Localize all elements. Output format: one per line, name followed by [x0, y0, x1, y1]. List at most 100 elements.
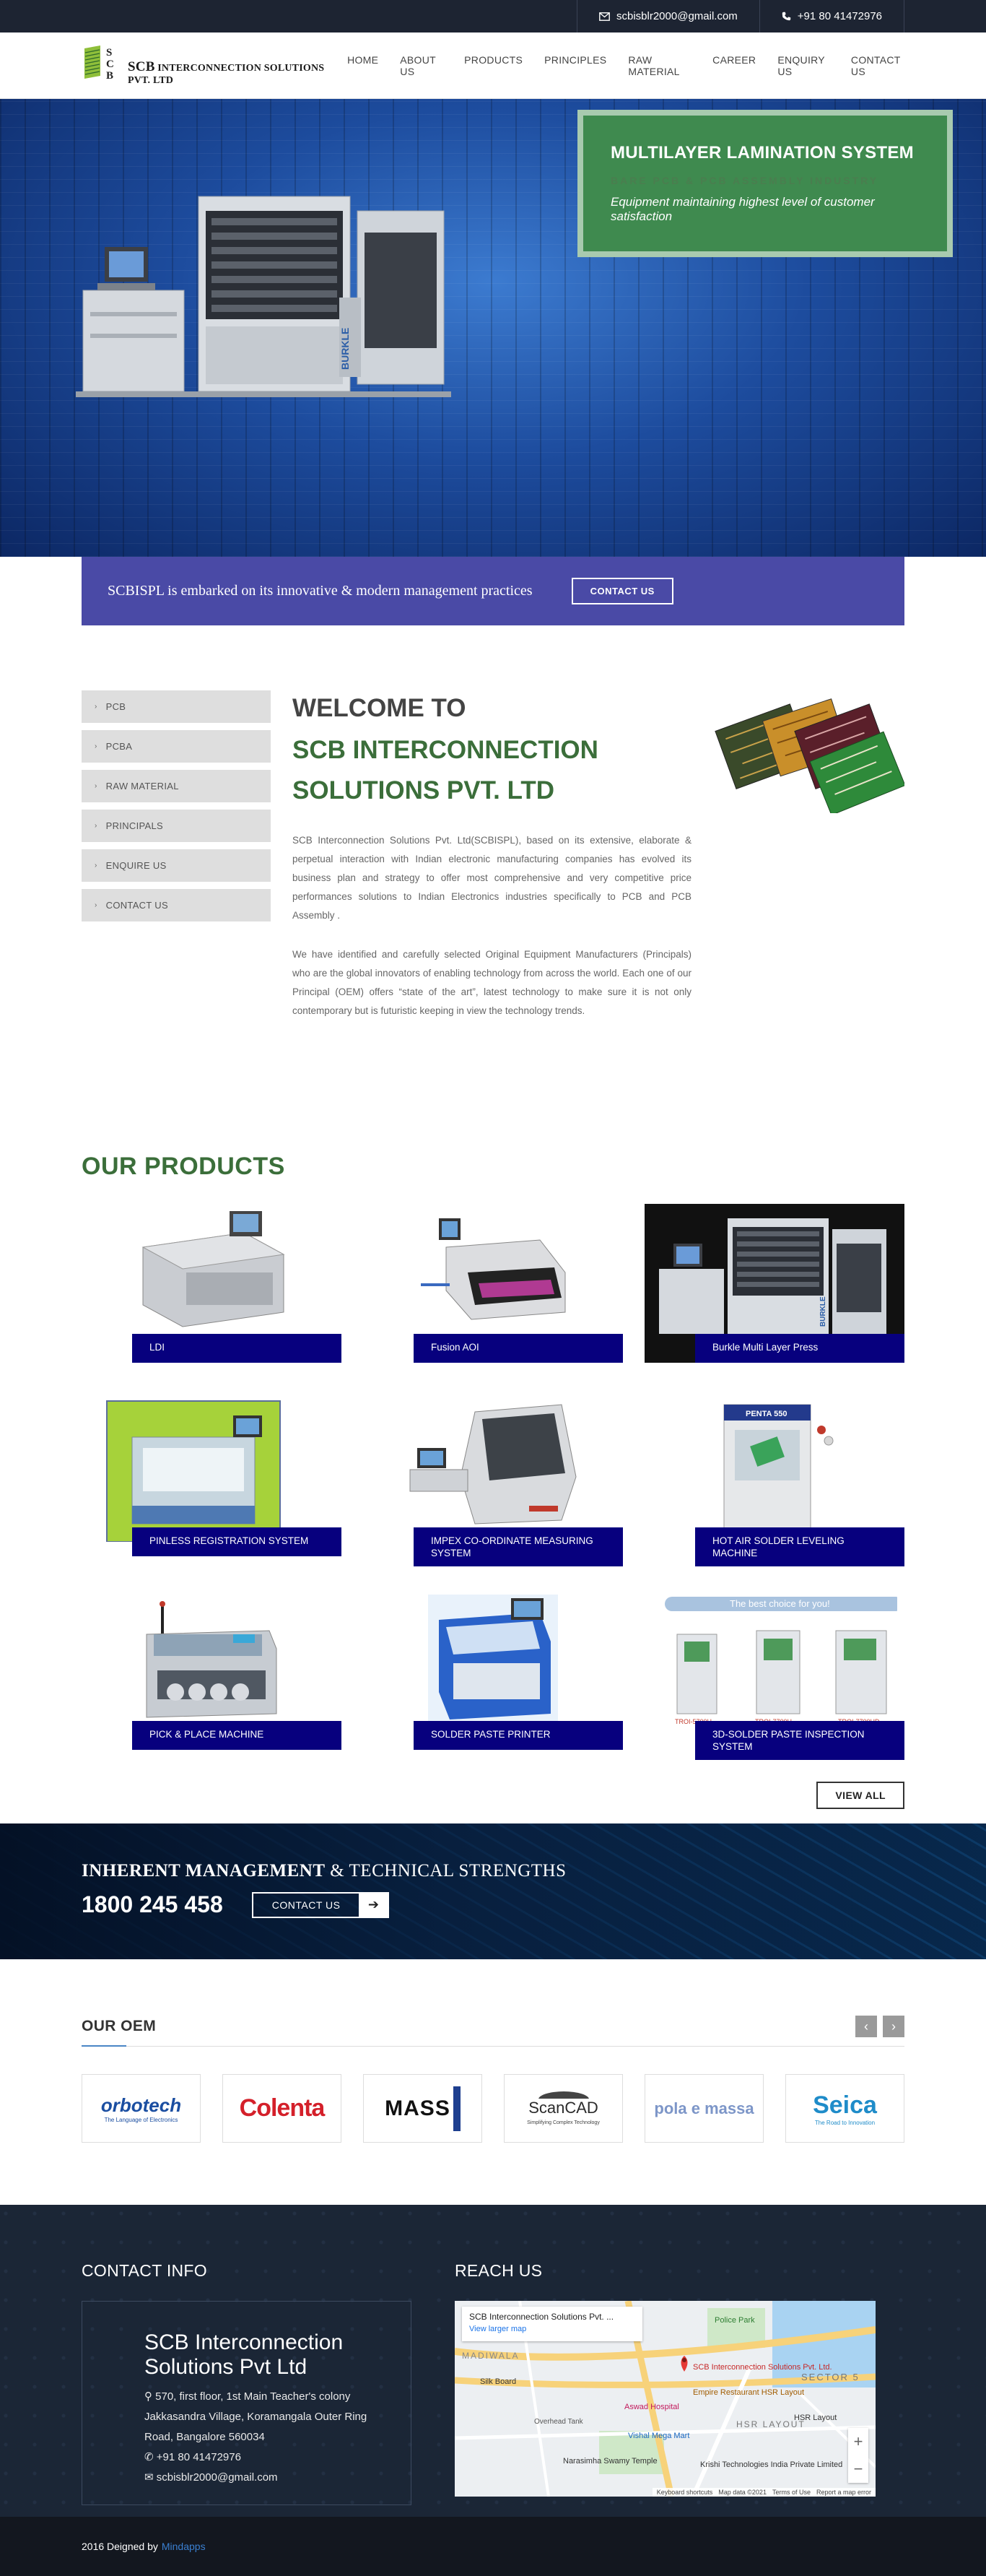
- main-nav: HOME ABOUT US PRODUCTS PRINCIPLES RAW MA…: [347, 54, 904, 77]
- product-card-pinless-registration[interactable]: PINLESS REGISTRATION SYSTEM: [82, 1397, 341, 1591]
- product-card-3d-spi[interactable]: The best choice for you!TROI-5700HTROI-7…: [645, 1591, 904, 1784]
- nav-enquiry-us[interactable]: ENQUIRY US: [777, 54, 829, 77]
- chevron-left-icon[interactable]: ‹: [855, 2016, 877, 2037]
- welcome-heading: WELCOME TO: [292, 694, 466, 722]
- svg-text:Krishi Technologies India Priv: Krishi Technologies India Private Limite…: [700, 2460, 842, 2469]
- products-section: OUR PRODUCTS LDI Fusion AOI BURKLE Burkl…: [0, 1131, 986, 1809]
- svg-text:Empire Restaurant HSR Layout: Empire Restaurant HSR Layout: [693, 2388, 804, 2397]
- side-menu-enquire-us[interactable]: › ENQUIRE US: [82, 849, 271, 882]
- footer-address-line-3: Road, Bangalore 560034: [144, 2431, 265, 2443]
- copyright-text: 2016 Deigned by: [82, 2541, 158, 2552]
- strengths-title: INHERENT MANAGEMENT & TECHNICAL STRENGTH…: [82, 1861, 567, 1881]
- pcb-boards-image: [713, 690, 904, 1020]
- svg-text:S: S: [106, 47, 112, 58]
- hero-machine-image: BURKLE: [76, 189, 466, 417]
- chevron-right-icon: ›: [95, 822, 97, 830]
- oem-logo-orbotech[interactable]: orbotech The Language of Electronics: [82, 2074, 201, 2143]
- products-grid: LDI Fusion AOI BURKLE Burkle Multi Layer…: [82, 1204, 904, 1784]
- arrow-right-icon: ➔: [359, 1893, 388, 1917]
- svg-text:Vishal Mega Mart: Vishal Mega Mart: [628, 2432, 689, 2440]
- svg-text:BURKLE: BURKLE: [339, 328, 351, 370]
- nav-career[interactable]: CAREER: [712, 54, 756, 77]
- view-larger-map-link[interactable]: View larger map: [469, 2325, 635, 2333]
- hero-slider: BURKLE MULTILAYER LAMINATION SYSTEM BARE…: [0, 99, 986, 557]
- product-card-burkle-press[interactable]: BURKLE Burkle Multi Layer Press: [645, 1204, 904, 1397]
- topbar-phone[interactable]: +91 80 41472976: [759, 0, 904, 32]
- chevron-right-icon[interactable]: ›: [883, 2016, 904, 2037]
- cta-band: SCBISPL is embarked on its innovative & …: [0, 557, 986, 625]
- product-label: Burkle Multi Layer Press: [695, 1334, 904, 1363]
- product-card-impex-cmm[interactable]: IMPEX CO-ORDINATE MEASURING SYSTEM: [363, 1397, 623, 1591]
- hero-subtitle: BARE PCB & PCB ASSEMBLY INDUSTRY: [611, 175, 879, 186]
- product-label: Fusion AOI: [414, 1334, 623, 1363]
- nav-home[interactable]: HOME: [347, 54, 378, 77]
- contact-info-box: SCB Interconnection Solutions Pvt Ltd ⚲ …: [82, 2301, 411, 2505]
- side-menu: › PCB › PCBA › RAW MATERIAL › PRINCIPALS › EN…: [82, 690, 271, 1020]
- designer-credit-link[interactable]: Mindapps: [162, 2541, 206, 2552]
- phone-icon: [782, 12, 790, 21]
- nav-about-us[interactable]: ABOUT US: [400, 54, 442, 77]
- product-card-fusion-aoi[interactable]: Fusion AOI: [363, 1204, 623, 1397]
- svg-text:Silk Board: Silk Board: [480, 2377, 516, 2386]
- product-card-solder-paste-printer[interactable]: SOLDER PASTE PRINTER: [363, 1591, 623, 1784]
- svg-text:The best choice for you!: The best choice for you!: [730, 1598, 830, 1609]
- welcome-paragraph-2: We have identified and carefully selecte…: [292, 949, 691, 1016]
- logo-emblem: S C B: [82, 43, 123, 89]
- nav-raw-material[interactable]: RAW MATERIAL: [628, 54, 691, 77]
- chevron-right-icon: ›: [95, 782, 97, 790]
- chevron-right-icon: ›: [95, 742, 97, 750]
- top-bar: scbisblr2000@gmail.com +91 80 41472976: [0, 0, 986, 32]
- side-menu-pcb[interactable]: › PCB: [82, 690, 271, 723]
- oem-logo-colenta[interactable]: Colenta: [222, 2074, 341, 2143]
- product-label: HOT AIR SOLDER LEVELING MACHINE: [695, 1527, 904, 1566]
- product-card-hasl[interactable]: PENTA 550 HOT AIR SOLDER LEVELING MACHIN…: [645, 1397, 904, 1591]
- svg-text:HSR LAYOUT: HSR LAYOUT: [736, 2419, 806, 2429]
- envelope-icon: [599, 12, 610, 21]
- oem-logo-carousel: orbotech The Language of Electronics Col…: [82, 2074, 904, 2143]
- products-title: OUR PRODUCTS: [82, 1153, 285, 1180]
- welcome-section: › PCB › PCBA › RAW MATERIAL › PRINCIPALS › EN…: [0, 625, 986, 1131]
- nav-products[interactable]: PRODUCTS: [464, 54, 523, 77]
- map-card-title: SCB Interconnection Solutions Pvt. ...: [469, 2312, 614, 2322]
- svg-text:SCB Interconnection Solutions: SCB Interconnection Solutions Pvt. Ltd.: [693, 2363, 832, 2372]
- svg-text:PENTA 550: PENTA 550: [746, 1410, 787, 1418]
- side-menu-contact-us[interactable]: › CONTACT US: [82, 889, 271, 921]
- svg-text:Police Park: Police Park: [715, 2316, 755, 2325]
- svg-text:SECTOR 5: SECTOR 5: [801, 2372, 860, 2382]
- side-menu-raw-material[interactable]: › RAW MATERIAL: [82, 770, 271, 802]
- cta-contact-button[interactable]: CONTACT US: [571, 578, 673, 604]
- footer-email[interactable]: ✉ scbisblr2000@gmail.com: [144, 2468, 385, 2488]
- product-label: IMPEX CO-ORDINATE MEASURING SYSTEM: [414, 1527, 623, 1566]
- oem-logo-pola-massa[interactable]: pola e massa: [645, 2074, 764, 2143]
- footer-company-name: SCB Interconnection Solutions Pvt Ltd: [144, 2330, 344, 2379]
- zoom-out-icon[interactable]: −: [848, 2455, 868, 2483]
- nav-principles[interactable]: PRINCIPLES: [544, 54, 606, 77]
- nav-contact-us[interactable]: CONTACT US: [851, 54, 904, 77]
- product-card-ldi[interactable]: LDI: [82, 1204, 341, 1397]
- oem-title: OUR OEM: [82, 2018, 157, 2034]
- company-name: SCB INTERCONNECTION SOLUTIONS PVT. LTD: [128, 59, 325, 86]
- site-logo[interactable]: S C B SCB INTERCONNECTION SOLUTIONS PVT.…: [82, 43, 347, 89]
- product-card-pick-place[interactable]: PICK & PLACE MACHINE: [82, 1591, 341, 1784]
- map-marker-icon: ⚲: [144, 2390, 156, 2403]
- side-menu-pcba[interactable]: › PCBA: [82, 730, 271, 763]
- view-all-products-button[interactable]: VIEW ALL: [816, 1782, 904, 1809]
- zoom-in-icon[interactable]: +: [848, 2428, 868, 2455]
- chevron-right-icon: ›: [95, 862, 97, 869]
- product-label: PINLESS REGISTRATION SYSTEM: [132, 1527, 341, 1556]
- side-menu-principals[interactable]: › PRINCIPALS: [82, 810, 271, 842]
- svg-text:Overhead Tank: Overhead Tank: [534, 2418, 584, 2426]
- footer-phone[interactable]: ✆ +91 80 41472976: [144, 2447, 385, 2468]
- topbar-email[interactable]: scbisblr2000@gmail.com: [577, 0, 759, 32]
- oem-logo-scancad[interactable]: ScanCAD Simplifying Complex Technology: [504, 2074, 623, 2143]
- google-map[interactable]: SCB Interconnection Solutions Pvt. Ltd. …: [455, 2301, 876, 2497]
- footer-address-line-1: ⚲ 570, first floor, 1st Main Teacher's c…: [144, 2390, 351, 2403]
- map-info-card: SCB Interconnection Solutions Pvt. ... V…: [462, 2307, 642, 2341]
- oem-logo-seica[interactable]: Seica The Road to Innovation: [785, 2074, 904, 2143]
- hero-title: MULTILAYER LAMINATION SYSTEM: [611, 143, 914, 162]
- strengths-contact-button[interactable]: CONTACT US ➔: [251, 1891, 390, 1918]
- copyright-bar: 2016 Deigned by Mindapps: [0, 2517, 986, 2576]
- reach-us-title: REACH US: [455, 2261, 543, 2280]
- oem-logo-mass[interactable]: MASS: [363, 2074, 482, 2143]
- chevron-right-icon: ›: [95, 901, 97, 909]
